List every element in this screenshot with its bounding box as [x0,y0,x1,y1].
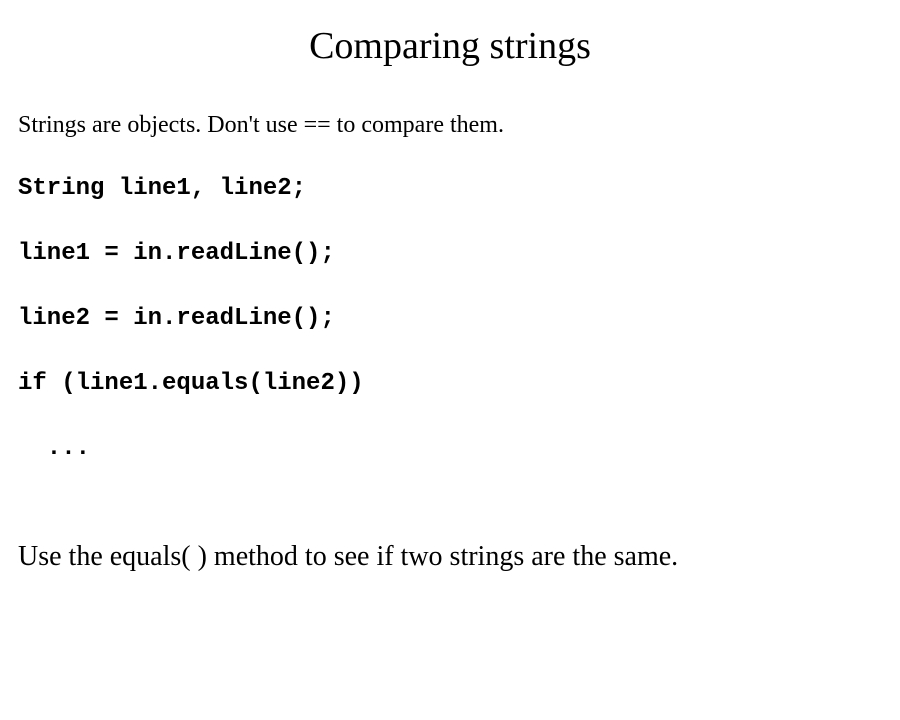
slide-title: Comparing strings [18,24,882,68]
code-line: if (line1.equals(line2)) [18,368,882,400]
code-line: line2 = in.readLine(); [18,303,882,335]
code-block: String line1, line2; line1 = in.readLine… [18,141,882,497]
code-line: ... [18,433,882,465]
intro-text: Strings are objects. Don't use == to com… [18,112,882,139]
conclusion-text: Use the equals( ) method to see if two s… [18,541,882,573]
code-line: String line1, line2; [18,173,882,205]
code-line: line1 = in.readLine(); [18,238,882,270]
